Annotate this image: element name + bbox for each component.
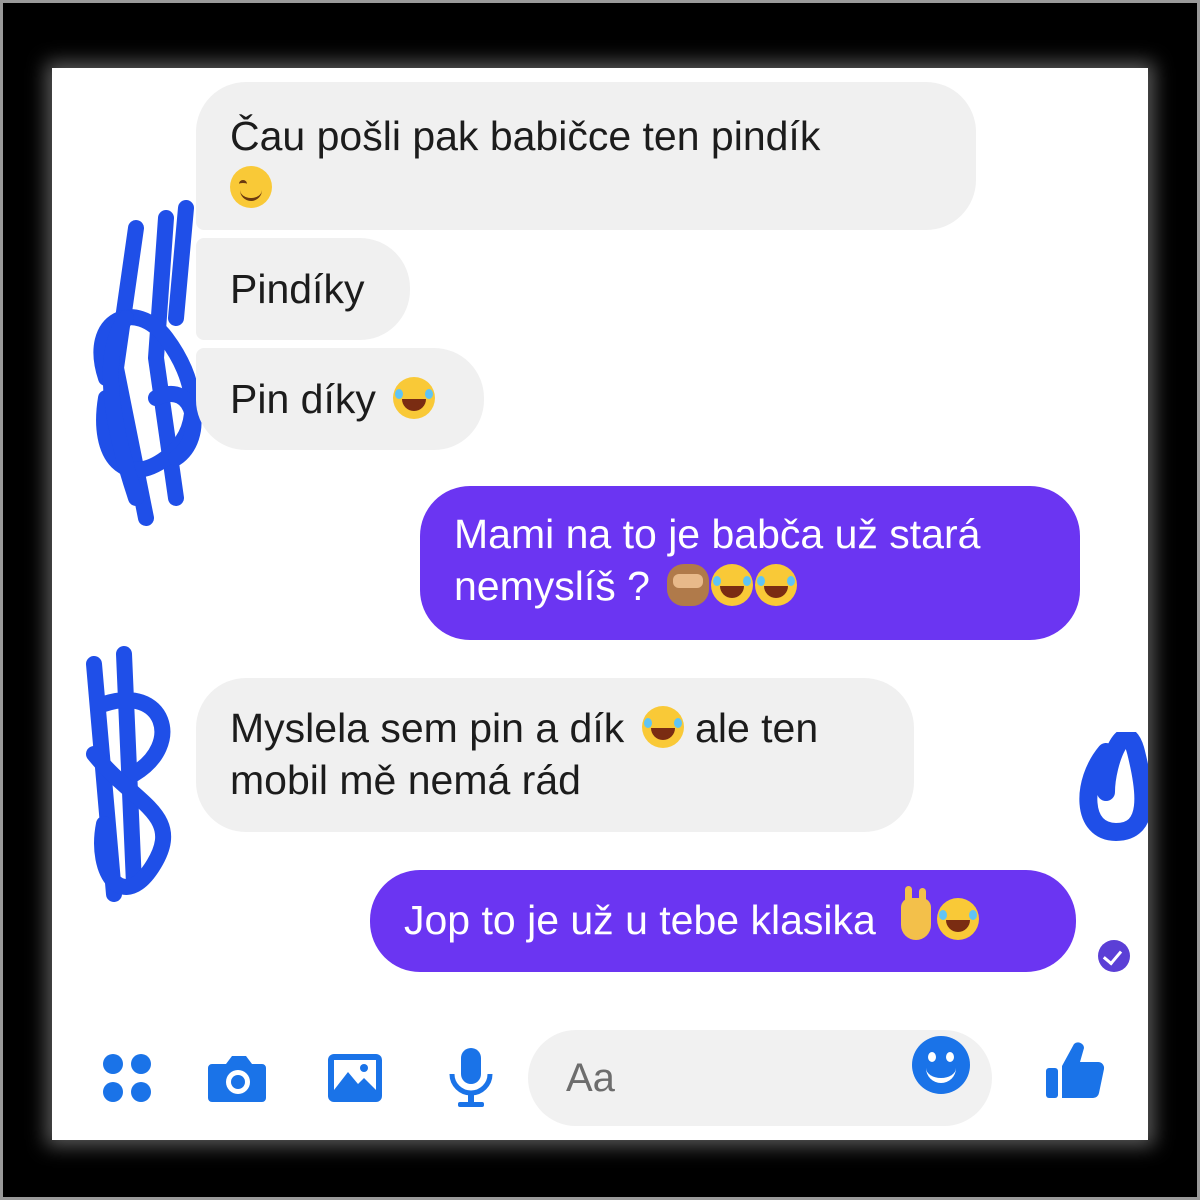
redacted-avatar-1 xyxy=(93,200,202,526)
tears-of-joy-icon xyxy=(393,377,436,419)
message-text: ale ten xyxy=(695,705,819,751)
thumbs-up-icon[interactable] xyxy=(1040,1036,1110,1106)
message-text: nemyslíš ? xyxy=(454,563,650,609)
grinning-sweat-icon xyxy=(641,706,684,748)
smiling-face-icon xyxy=(230,166,272,208)
camera-icon[interactable] xyxy=(202,1042,272,1112)
message-bubble-outgoing[interactable]: Mami na to je babča už stará nemyslíš ? xyxy=(420,486,1080,640)
redacted-avatar-3 xyxy=(1079,732,1148,842)
message-bubble-incoming[interactable]: Čau pošli pak babičce ten pindík xyxy=(196,82,976,230)
see-no-evil-monkey-icon xyxy=(667,564,710,606)
message-bubble-incoming[interactable]: Myslela sem pin a dík ale ten mobil mě n… xyxy=(196,678,914,832)
message-text: Mami na to je babča už stará xyxy=(454,511,981,557)
rolling-laughing-icon xyxy=(711,564,754,606)
victory-hand-icon xyxy=(901,886,932,940)
menu-dots-icon[interactable] xyxy=(92,1042,162,1112)
redacted-avatar-2 xyxy=(86,646,172,902)
microphone-icon[interactable] xyxy=(436,1042,506,1112)
message-input-placeholder: Aa xyxy=(566,1056,615,1100)
message-text: Pindíky xyxy=(230,266,365,312)
message-text: mobil mě nemá rád xyxy=(230,757,581,803)
gallery-icon[interactable] xyxy=(320,1042,390,1112)
message-text: Myslela sem pin a dík xyxy=(230,705,625,751)
chat-screen: Čau pošli pak babičce ten pindík Pindíky… xyxy=(52,68,1148,1140)
rolling-laughing-icon xyxy=(755,564,798,606)
message-composer: Aa xyxy=(52,1016,1148,1140)
tears-of-joy-icon xyxy=(937,898,980,940)
seen-check-icon xyxy=(1098,940,1130,972)
message-text: Jop to je už u tebe klasika xyxy=(404,897,876,943)
message-bubble-incoming[interactable]: Pindíky xyxy=(196,238,410,340)
message-text: Pin díky xyxy=(230,376,376,422)
message-bubble-outgoing[interactable]: Jop to je už u tebe klasika xyxy=(370,870,1076,972)
message-bubble-incoming[interactable]: Pin díky xyxy=(196,348,484,450)
emoji-icon[interactable] xyxy=(912,1036,970,1094)
message-text: Čau pošli pak babičce ten pindík xyxy=(230,113,821,159)
